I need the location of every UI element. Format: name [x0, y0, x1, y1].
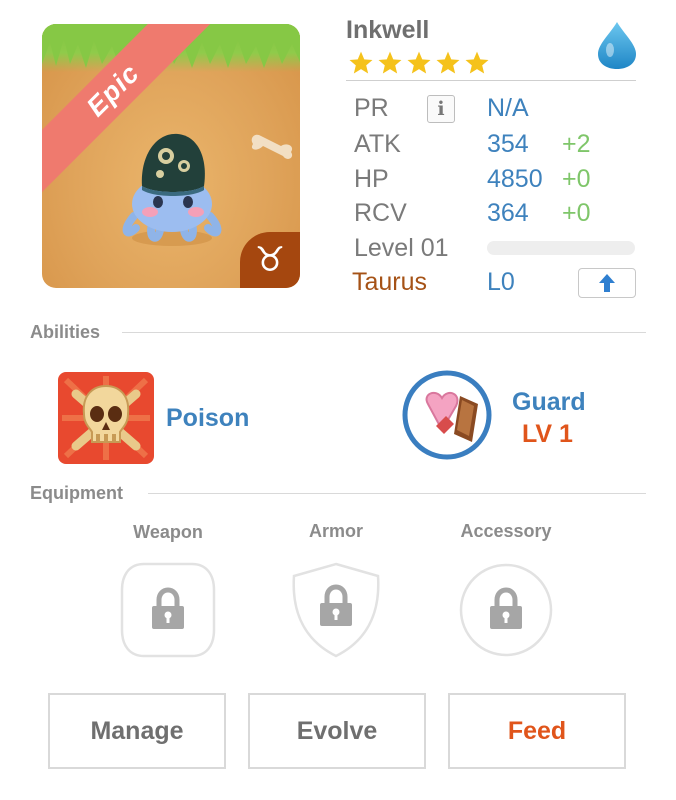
- feed-button[interactable]: Feed: [448, 693, 626, 769]
- slot-label-armor: Armor: [308, 521, 363, 541]
- abilities-heading: Abilities: [30, 322, 101, 342]
- zodiac-upgrade-button[interactable]: [578, 268, 636, 298]
- level-progress-bar: [487, 241, 635, 255]
- water-drop-icon: [598, 22, 636, 69]
- info-icon[interactable]: i: [427, 95, 455, 123]
- skull-crossbones-icon[interactable]: [58, 372, 154, 464]
- star-icon: [407, 51, 431, 74]
- abilities-divider: [122, 332, 646, 333]
- star-rating: [348, 50, 490, 76]
- atk-value: 354: [487, 130, 529, 158]
- rcv-label: RCV: [354, 199, 407, 227]
- ability-name-poison[interactable]: Poison: [166, 404, 249, 433]
- equipment-divider: [148, 493, 646, 494]
- lock-icon: [320, 584, 352, 626]
- hp-bonus: +0: [562, 165, 591, 193]
- monster-portrait[interactable]: Epic ♉: [42, 24, 300, 288]
- hp-value: 4850: [487, 165, 543, 193]
- ability-name-guard[interactable]: Guard: [512, 388, 586, 417]
- level-label: Level 01: [354, 234, 449, 262]
- evolve-button[interactable]: Evolve: [248, 693, 426, 769]
- taurus-zodiac-icon: ♉: [240, 232, 300, 288]
- star-icon: [349, 51, 373, 74]
- atk-label: ATK: [354, 130, 401, 158]
- atk-bonus: +2: [562, 130, 591, 158]
- pr-value: N/A: [487, 94, 529, 122]
- equipment-heading: Equipment: [30, 483, 123, 503]
- zodiac-level: L0: [487, 268, 515, 296]
- inkwell-creature: [122, 133, 222, 246]
- star-icon: [465, 51, 489, 74]
- rcv-bonus: +0: [562, 199, 591, 227]
- star-icon: [378, 51, 402, 74]
- monster-name: Inkwell: [346, 16, 430, 44]
- ability-level-guard: LV 1: [522, 420, 573, 448]
- heart-shield-icon[interactable]: [402, 368, 492, 462]
- hp-label: HP: [354, 165, 389, 193]
- star-icon: [436, 51, 460, 74]
- header-divider: [346, 80, 636, 81]
- lock-icon: [152, 587, 184, 629]
- bone-decoration: [251, 134, 293, 159]
- slot-label-weapon: Weapon: [133, 522, 203, 542]
- manage-button[interactable]: Manage: [48, 693, 226, 769]
- pr-label: PR: [354, 94, 389, 122]
- rcv-value: 364: [487, 199, 529, 227]
- lock-icon: [490, 587, 522, 629]
- slot-label-accessory: Accessory: [460, 521, 552, 541]
- zodiac-label: Taurus: [352, 268, 428, 296]
- arrow-up-icon: [599, 274, 615, 292]
